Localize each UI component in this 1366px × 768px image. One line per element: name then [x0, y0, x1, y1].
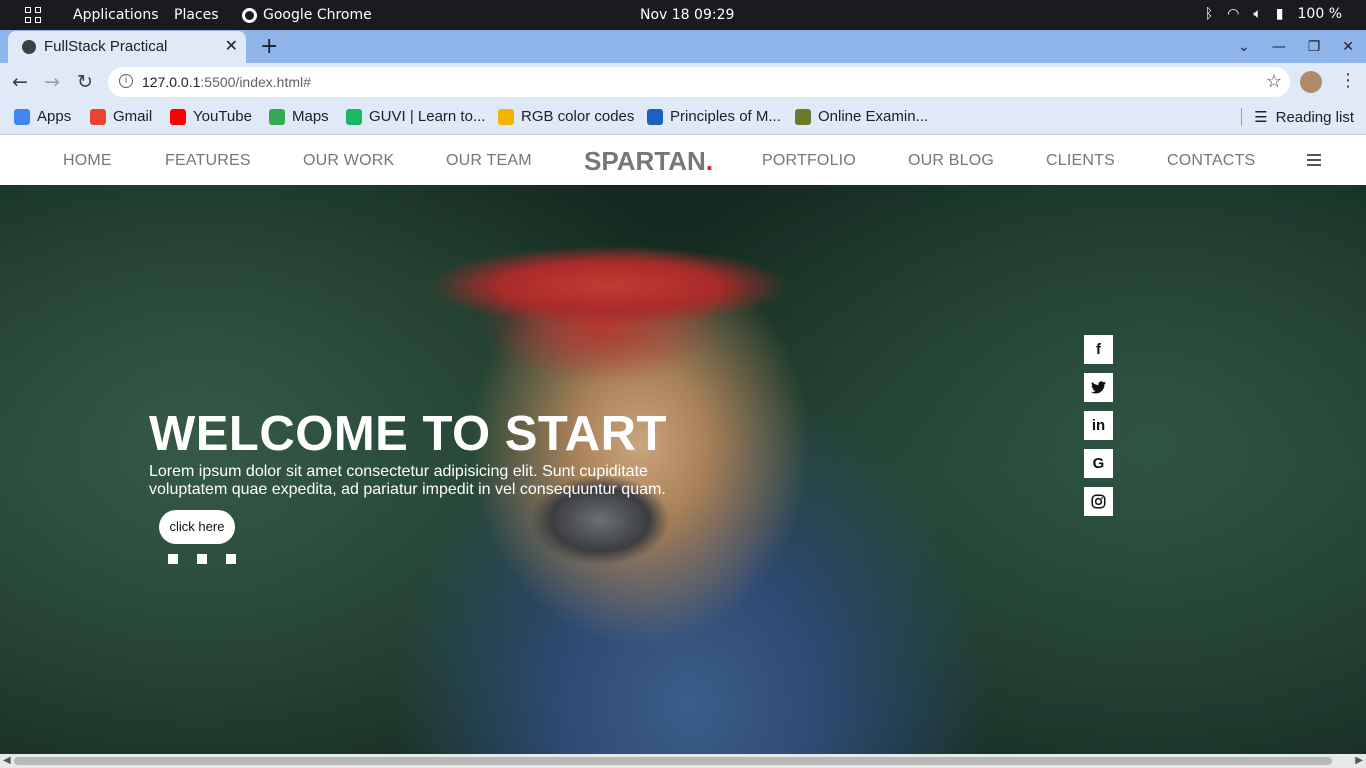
scrollbar-thumb[interactable] [14, 757, 1332, 765]
new-tab-button[interactable]: + [260, 34, 278, 59]
instagram-icon[interactable] [1084, 487, 1113, 516]
volume-icon: 🔈︎ [1253, 6, 1262, 22]
clock[interactable]: Nov 18 09:29 [640, 7, 734, 23]
nav-our-team[interactable]: OUR TEAM [446, 152, 532, 170]
rgb-icon [498, 108, 514, 125]
bookmark-label: Apps [37, 108, 72, 125]
nav-our-blog[interactable]: OUR BLOG [908, 152, 994, 170]
back-icon[interactable]: ← [12, 71, 28, 93]
tab-title: FullStack Practical [44, 38, 168, 55]
restore-icon[interactable]: ❐ [1308, 39, 1321, 55]
nav-our-work[interactable]: OUR WORK [303, 152, 394, 170]
bluetooth-icon: ᛒ [1204, 6, 1214, 22]
hero-section: WELCOME TO START Lorem ipsum dolor sit a… [0, 185, 1366, 754]
click-here-button[interactable]: click here [159, 510, 235, 544]
minimize-icon[interactable]: — [1272, 39, 1286, 55]
system-tray[interactable]: ᛒ ◠ 🔈︎ ▮ 100 % [1205, 6, 1342, 22]
hamburger-menu-icon[interactable] [1307, 154, 1321, 166]
nav-contacts[interactable]: CONTACTS [1167, 152, 1255, 170]
bookmark-label: Principles of M... [670, 108, 781, 125]
bookmarks-bar: Apps Gmail YouTube Maps GUVI | Learn to.… [0, 101, 1366, 135]
battery-icon: ▮ [1275, 6, 1284, 22]
bookmark-principles[interactable]: Principles of M... [647, 108, 781, 125]
slider-dot[interactable] [226, 554, 236, 564]
battery-level: 100 % [1297, 6, 1342, 22]
reload-icon[interactable]: ↻ [77, 71, 93, 93]
brand-dot: . [705, 146, 714, 176]
places-menu[interactable]: Places [174, 7, 219, 23]
reading-list[interactable]: ☰ Reading list [1241, 108, 1354, 126]
window-controls: ⌄ — ❐ ✕ [1238, 30, 1366, 63]
hero-title: WELCOME TO START [149, 407, 667, 461]
twitter-icon[interactable] [1084, 373, 1113, 402]
bookmark-label: YouTube [193, 108, 252, 125]
scroll-left-icon[interactable]: ◀ [3, 754, 11, 768]
site-info-icon[interactable]: i [119, 74, 133, 88]
bookmark-maps[interactable]: Maps [269, 108, 329, 125]
activities-grid-icon[interactable] [25, 7, 41, 23]
tab-search-icon[interactable]: ⌄ [1238, 39, 1250, 55]
slider-dot[interactable] [168, 554, 178, 564]
nav-clients[interactable]: CLIENTS [1046, 152, 1115, 170]
bookmark-label: Gmail [113, 108, 153, 125]
bookmark-label: RGB color codes [521, 108, 635, 125]
address-bar[interactable]: i 127.0.0.1:5500/index.html# ☆ [108, 67, 1290, 97]
bookmark-youtube[interactable]: YouTube [170, 108, 252, 125]
nav-portfolio[interactable]: PORTFOLIO [762, 152, 856, 170]
browser-toolbar: ← → ↻ i 127.0.0.1:5500/index.html# ☆ ⋮ [0, 63, 1366, 101]
bookmark-label: Online Examin... [818, 108, 929, 125]
social-links: f in G [1084, 335, 1113, 516]
reading-list-label: Reading list [1275, 108, 1354, 126]
bookmark-apps[interactable]: Apps [14, 108, 71, 125]
youtube-icon [170, 108, 186, 125]
menu-kebab-icon[interactable]: ⋮ [1339, 70, 1357, 91]
bookmark-label: GUVI | Learn to... [369, 108, 486, 125]
scroll-right-icon[interactable]: ▶ [1355, 754, 1363, 768]
active-app-menu[interactable]: Google Chrome [242, 7, 372, 23]
bookmark-guvi[interactable]: GUVI | Learn to... [346, 108, 485, 125]
close-tab-icon[interactable]: ✕ [225, 36, 238, 56]
apps-grid-icon [14, 108, 30, 125]
wifi-icon: ◠ [1227, 6, 1240, 22]
linkedin-icon[interactable]: in [1084, 411, 1113, 440]
site-logo[interactable]: SPARTAN. [584, 146, 713, 177]
bookmark-gmail[interactable]: Gmail [90, 108, 152, 125]
hero-subtitle: Lorem ipsum dolor sit amet consectetur a… [149, 463, 666, 498]
brand-name: SPARTAN [584, 146, 706, 176]
url-host: 127.0.0.1 [142, 74, 201, 90]
chrome-icon [242, 7, 257, 23]
globe-icon [22, 40, 36, 54]
horizontal-scrollbar[interactable]: ◀ ▶ [0, 754, 1366, 768]
url-path: :5500/index.html# [200, 74, 311, 90]
bookmark-star-icon[interactable]: ☆ [1266, 71, 1282, 92]
bookmark-label: Maps [292, 108, 329, 125]
facebook-icon[interactable]: f [1084, 335, 1113, 364]
system-top-bar: Applications Places Google Chrome Nov 18… [0, 0, 1366, 30]
bookmark-rgb[interactable]: RGB color codes [498, 108, 634, 125]
slider-dot[interactable] [197, 554, 207, 564]
guvi-icon [346, 108, 362, 125]
profile-avatar[interactable] [1300, 71, 1322, 93]
gmail-icon [90, 108, 106, 125]
online-exam-icon [795, 108, 811, 125]
principles-icon [647, 108, 663, 125]
maps-icon [269, 108, 285, 125]
reading-list-icon: ☰ [1254, 109, 1268, 126]
close-window-icon[interactable]: ✕ [1342, 39, 1354, 55]
browser-tab[interactable]: FullStack Practical ✕ [8, 31, 246, 63]
applications-menu[interactable]: Applications [73, 7, 159, 23]
google-icon[interactable]: G [1084, 449, 1113, 478]
url-text[interactable]: 127.0.0.1:5500/index.html# [142, 74, 311, 90]
nav-home[interactable]: HOME [63, 152, 112, 170]
forward-icon[interactable]: → [44, 71, 60, 93]
bookmark-online-exam[interactable]: Online Examin... [795, 108, 928, 125]
hero-content: WELCOME TO START Lorem ipsum dolor sit a… [149, 407, 709, 499]
active-app-label: Google Chrome [263, 7, 372, 23]
site-navbar: HOME FEATURES OUR WORK OUR TEAM SPARTAN.… [0, 136, 1366, 185]
nav-features[interactable]: FEATURES [165, 152, 251, 170]
